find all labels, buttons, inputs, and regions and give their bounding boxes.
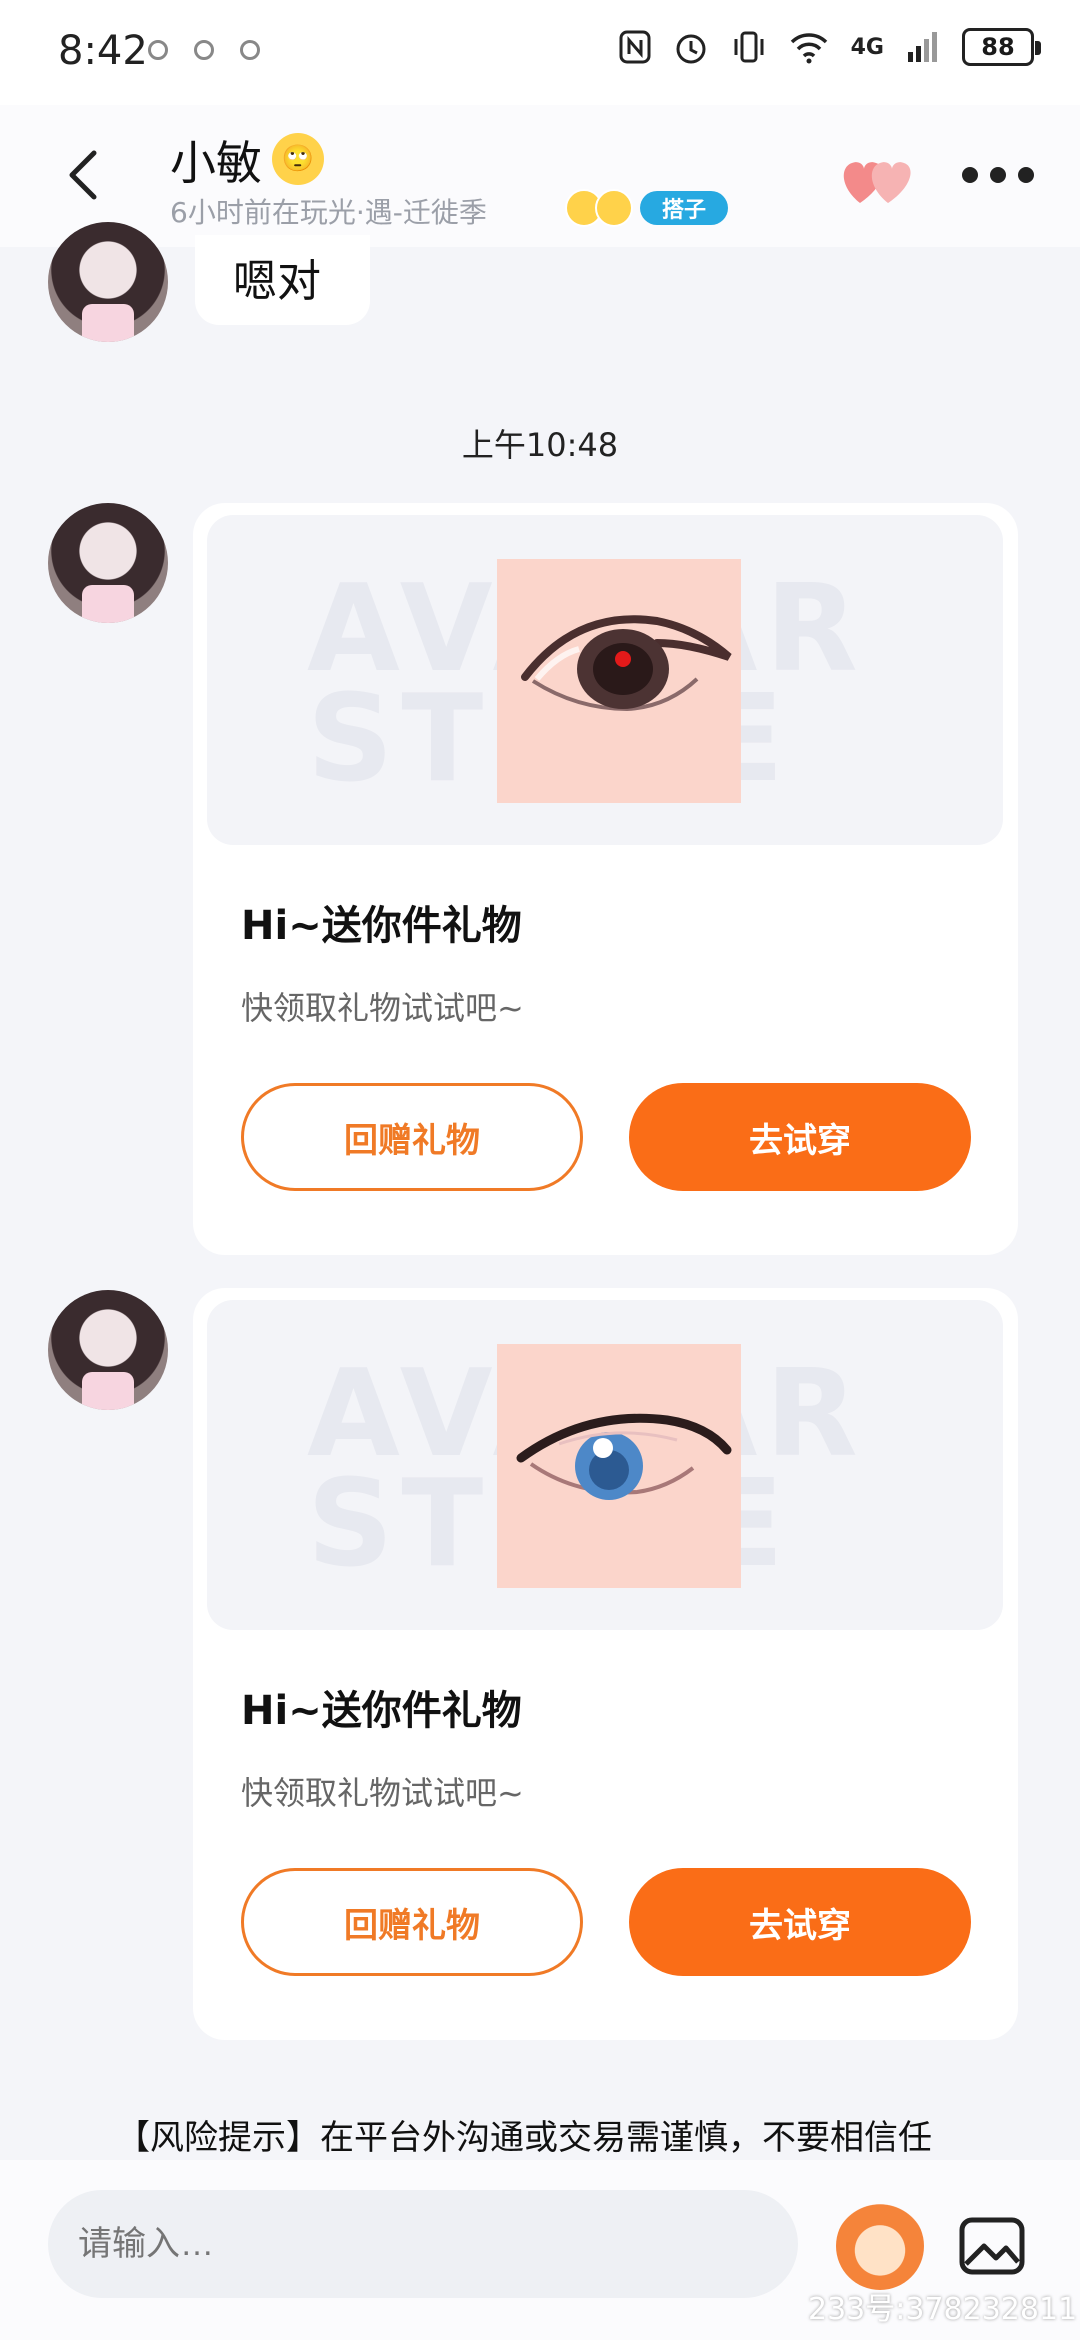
eye-brown-icon (497, 559, 741, 803)
gift-preview: AVATAR STORE (207, 515, 1003, 845)
relationship-tag[interactable]: 搭子 (640, 191, 729, 225)
signal-icon (908, 32, 937, 62)
status-time: 8:42 (58, 28, 148, 74)
image-picker-icon[interactable] (956, 2210, 1028, 2282)
try-on-button[interactable]: 去试穿 (629, 1083, 971, 1191)
gift-preview: AVATAR STORE (207, 1300, 1003, 1630)
wifi-icon (790, 33, 827, 64)
back-arrow-icon[interactable] (56, 145, 116, 205)
source-watermark: 233号:378232811 (808, 2292, 1078, 2327)
gift-subtitle: 快领取礼物试试吧~ (241, 1774, 524, 1812)
eye-roll-emoji-icon: 🙄 (272, 133, 324, 185)
nfc-icon (619, 30, 651, 64)
hearts-icon[interactable] (838, 149, 914, 209)
battery-level: 88 (981, 33, 1015, 61)
battery-icon: 88 (962, 28, 1041, 66)
eye-blue-icon (497, 1344, 741, 1588)
notification-icon (240, 40, 260, 60)
gift-title: Hi~送你件礼物 (241, 1688, 522, 1734)
risk-notice: 【风险提示】在平台外沟通或交易需谨慎，不要相信任 (116, 2118, 932, 2158)
dot (1018, 167, 1034, 183)
message-input[interactable] (48, 2190, 798, 2298)
notification-icon (194, 40, 214, 60)
dot (962, 167, 978, 183)
notification-icons (148, 40, 260, 60)
vibrate-icon (734, 31, 764, 63)
try-on-button[interactable]: 去试穿 (629, 1868, 971, 1976)
contact-name[interactable]: 小敏 (170, 127, 262, 193)
status-bar: 8:42 4G 88 (0, 0, 1080, 105)
return-gift-button[interactable]: 回赠礼物 (241, 1083, 583, 1191)
dot (990, 167, 1006, 183)
network-type: 4G (850, 34, 884, 60)
sender-avatar[interactable] (48, 503, 168, 623)
return-gift-button[interactable]: 回赠礼物 (241, 1868, 583, 1976)
gift-subtitle: 快领取礼物试试吧~ (241, 989, 524, 1027)
sender-avatar[interactable] (48, 1290, 168, 1410)
message-timestamp: 上午10:48 (461, 426, 619, 464)
sender-avatar[interactable] (48, 222, 168, 342)
alarm-icon (676, 34, 706, 64)
notification-icon (148, 40, 168, 60)
smile-emoji-icon (595, 189, 633, 227)
sticker-icon[interactable] (836, 2202, 924, 2290)
badge-emojis (565, 189, 633, 227)
contact-status: 6小时前在玩光·遇-迁徙季 (170, 196, 487, 229)
gift-title: Hi~送你件礼物 (241, 903, 522, 949)
status-right: 4G 88 (619, 28, 1041, 66)
message-bubble: 嗯对 (195, 235, 370, 325)
gift-card[interactable]: AVATAR STORE Hi~送你件礼物 快领取礼物试试吧~ 回赠礼物 去试穿 (193, 503, 1018, 1255)
chat-header: 小敏 🙄 6小时前在玩光·遇-迁徙季 搭子 (0, 105, 1080, 247)
gift-card[interactable]: AVATAR STORE Hi~送你件礼物 快领取礼物试试吧~ 回赠礼物 去试穿 (193, 1288, 1018, 2040)
more-options-icon[interactable] (962, 167, 1034, 191)
